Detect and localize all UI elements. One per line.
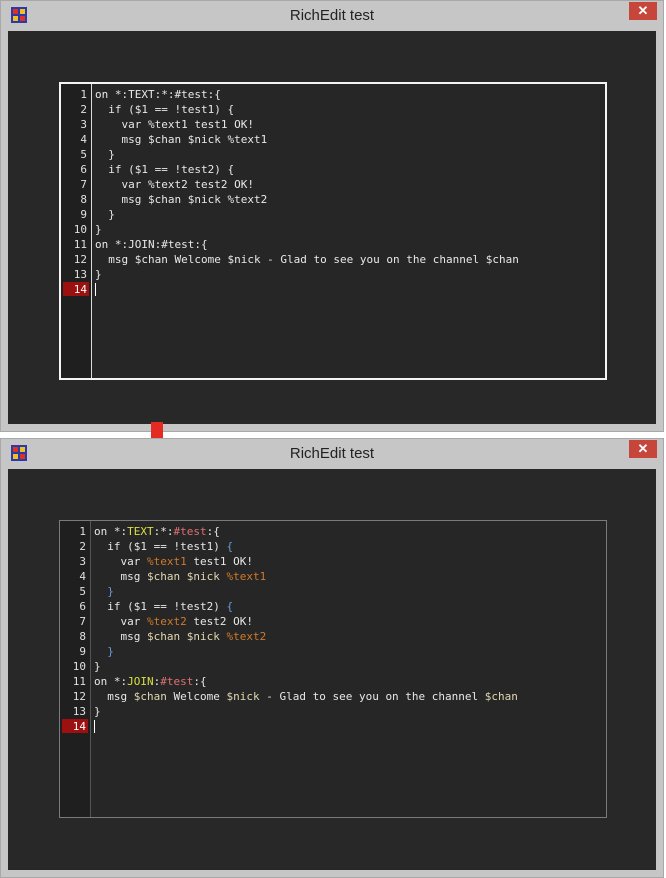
line-number: 8 [79,630,86,643]
line-number: 7 [80,178,87,191]
code-line: } [95,223,102,236]
line-number: 10 [73,223,87,236]
line-number: 2 [80,103,87,116]
line-number: 6 [79,600,86,613]
client-area: 1 2 3 4 5 6 7 8 9 10 11 12 13 14 on *:TEXT:*:#test:{ … [8,31,656,424]
line-number: 4 [79,570,86,583]
line-number: 9 [79,645,86,658]
line-number: 5 [80,148,87,161]
line-number-gutter: 1 2 3 4 5 6 7 8 9 10 11 12 13 14 [61,84,92,378]
line-number: 14 [63,282,89,296]
code-line: var %text1 test1 OK! [95,118,254,131]
line-number: 7 [79,615,86,628]
code-line: } [95,268,102,281]
code-line: msg $chan Welcome $nick - Glad to see yo… [94,690,518,703]
code-line: on *:TEXT:*:#test:{ [95,88,221,101]
code-line: if ($1 == !test2) { [95,163,235,176]
line-number: 4 [80,133,87,146]
code-line: if ($1 == !test1) { [95,103,235,116]
code-line: if ($1 == !test2) { [94,600,234,613]
line-number: 13 [73,268,87,281]
code-line: msg $chan $nick %text2 [94,630,267,643]
line-number: 3 [79,555,86,568]
line-number: 12 [72,690,86,703]
code-line: } [95,148,115,161]
line-number: 6 [80,163,87,176]
window-title: RichEdit test [289,445,375,462]
line-number: 10 [72,660,86,673]
line-number: 5 [79,585,86,598]
code-editor[interactable]: 1 2 3 4 5 6 7 8 9 10 11 12 13 14 on *:TEXT:*:#test:{ … [59,520,607,818]
line-number: 12 [73,253,87,266]
code-line: msg $chan Welcome $nick - Glad to see yo… [95,253,519,266]
code-line: } [94,705,101,718]
line-number: 3 [80,118,87,131]
title-bar[interactable]: RichEdit test ✕ [1,1,663,31]
client-area: 1 2 3 4 5 6 7 8 9 10 11 12 13 14 on *:TEXT:*:#test:{ … [8,469,656,870]
line-number: 2 [79,540,86,553]
code-line: var %text2 test2 OK! [95,178,254,191]
line-number: 11 [73,238,87,251]
code-line: on *:TEXT:*:#test:{ [94,525,220,538]
code-line: } [107,645,114,658]
line-number: 9 [80,208,87,221]
code-line: on *:JOIN:#test:{ [95,238,208,251]
code-line: if ($1 == !test1) { [94,540,234,553]
line-number: 11 [72,675,86,688]
text-caret [94,720,95,733]
code-line: var %text2 test2 OK! [94,615,253,628]
text-caret [95,283,96,296]
code-line: msg $chan $nick %text1 [94,570,267,583]
line-number: 13 [72,705,86,718]
code-line: } [107,585,114,598]
line-number-gutter: 1 2 3 4 5 6 7 8 9 10 11 12 13 14 [60,521,91,817]
window-title: RichEdit test [289,7,375,24]
code-editor[interactable]: 1 2 3 4 5 6 7 8 9 10 11 12 13 14 on *:TEXT:*:#test:{ … [59,82,607,380]
line-number: 1 [80,88,87,101]
code-line: msg $chan $nick %text2 [95,193,268,206]
code-line: msg $chan $nick %text1 [95,133,268,146]
code-line: on *:JOIN:#test:{ [94,675,207,688]
code-line: } [95,208,115,221]
close-button[interactable]: ✕ [629,440,657,458]
close-button[interactable]: ✕ [629,2,657,20]
title-bar[interactable]: RichEdit test ✕ [1,439,663,469]
line-number: 1 [79,525,86,538]
line-number: 8 [80,193,87,206]
richedit-window-before: RichEdit test ✕ 1 2 3 4 5 6 7 8 9 10 11 12 13 14 on *… [0,0,664,432]
code-line: } [94,660,101,673]
richedit-window-after: RichEdit test ✕ 1 2 3 4 5 6 7 8 9 10 11 12 13 14 on *… [0,438,664,878]
code-line: var %text1 test1 OK! [94,555,253,568]
line-number: 14 [62,719,88,733]
